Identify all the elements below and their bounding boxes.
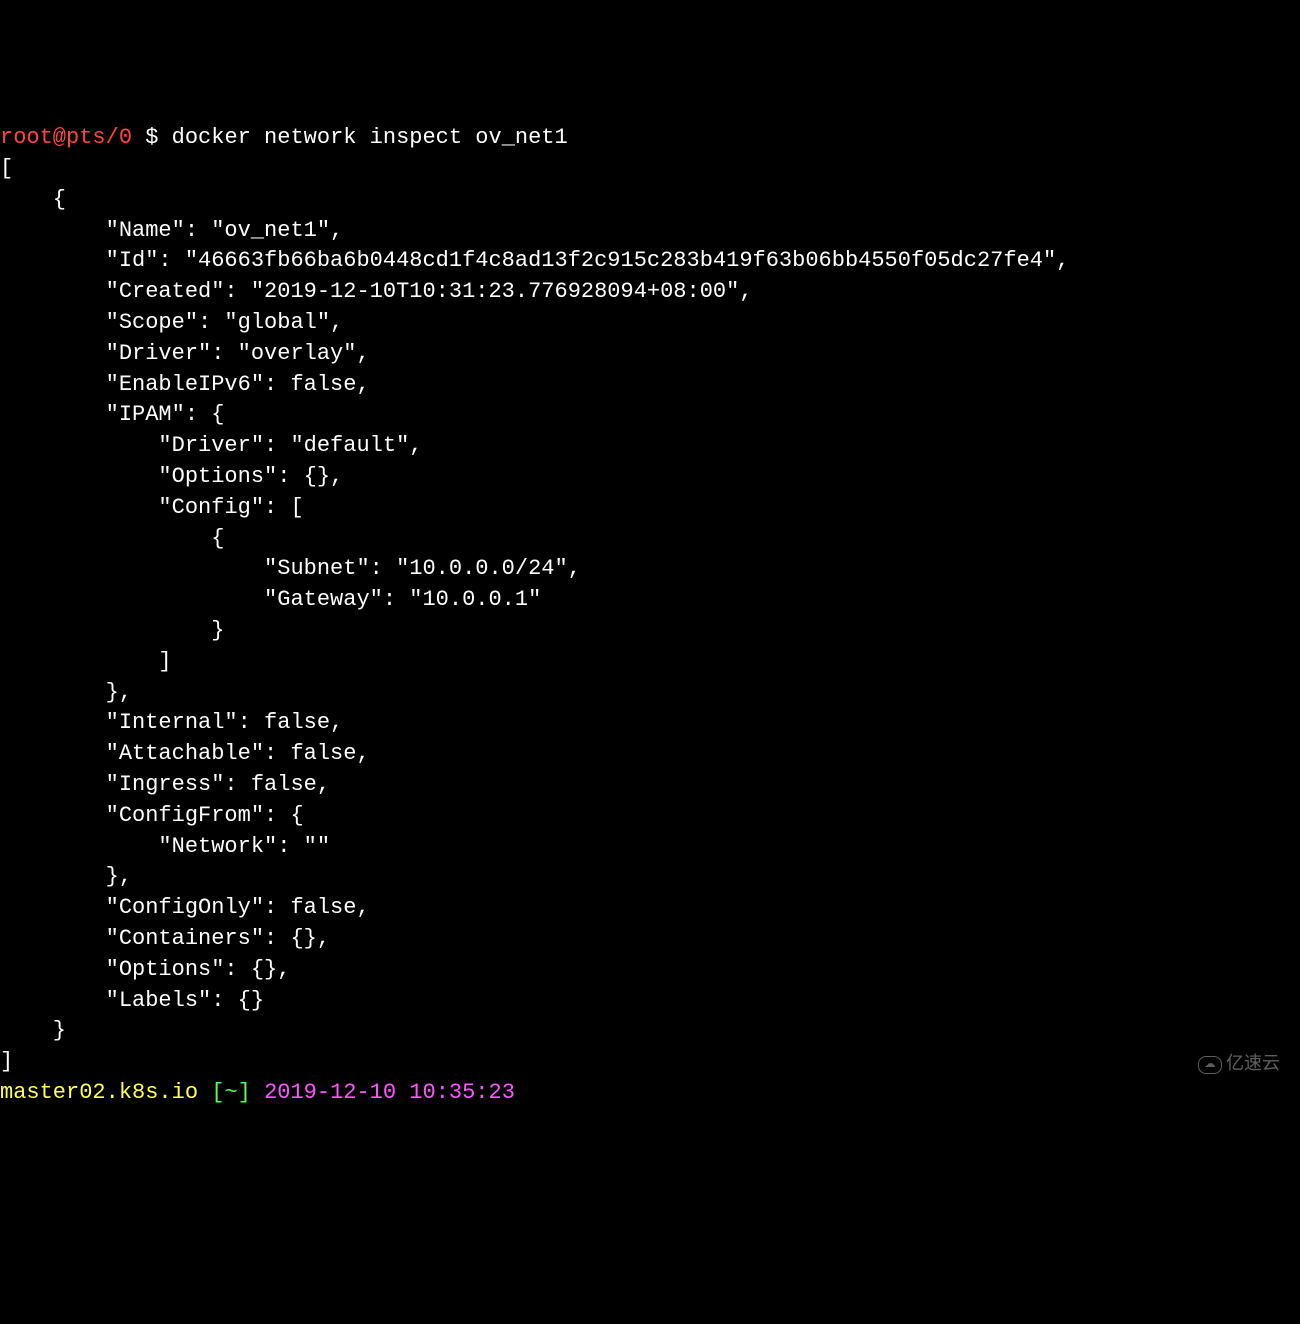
output-line: "IPAM": { xyxy=(0,402,224,427)
output-line: "EnableIPv6": false, xyxy=(0,372,370,397)
output-line: }, xyxy=(0,864,132,889)
prompt-path: [~] xyxy=(198,1080,264,1105)
output-line: "ConfigOnly": false, xyxy=(0,895,370,920)
output-line: [ xyxy=(0,156,13,181)
prompt-timestamp: 2019-12-10 10:35:23 xyxy=(264,1080,515,1105)
output-line: "Driver": "default", xyxy=(0,433,422,458)
output-line: "Name": "ov_net1", xyxy=(0,218,343,243)
cloud-icon: ☁ xyxy=(1198,1056,1222,1074)
output-line: "Id": "46663fb66ba6b0448cd1f4c8ad13f2c91… xyxy=(0,248,1069,273)
output-line: "Created": "2019-12-10T10:31:23.77692809… xyxy=(0,279,753,304)
output-line: }, xyxy=(0,680,132,705)
output-line: "Options": {}, xyxy=(0,957,290,982)
output-line: "Network": "" xyxy=(0,834,330,859)
watermark-text: 亿速云 xyxy=(1226,1053,1280,1078)
output-line: { xyxy=(0,187,66,212)
output-line: "Config": [ xyxy=(0,495,304,520)
output-line: "Attachable": false, xyxy=(0,741,370,766)
output-line: ] xyxy=(0,1049,13,1074)
prompt-dollar: $ xyxy=(132,125,172,150)
output-line: "Labels": {} xyxy=(0,988,264,1013)
output-line: "Ingress": false, xyxy=(0,772,330,797)
watermark: ☁ 亿速云 xyxy=(1198,1053,1280,1078)
prompt-user: root@pts/0 xyxy=(0,125,132,150)
output-line: } xyxy=(0,1018,66,1043)
output-line: "Gateway": "10.0.0.1" xyxy=(0,587,541,612)
prompt-hostname: master02.k8s.io xyxy=(0,1080,198,1105)
output-line: } xyxy=(0,618,224,643)
command-text: docker network inspect ov_net1 xyxy=(172,125,568,150)
output-line: ] xyxy=(0,649,172,674)
terminal-output[interactable]: root@pts/0 $ docker network inspect ov_n… xyxy=(0,123,1300,1109)
output-line: "Driver": "overlay", xyxy=(0,341,370,366)
output-line: "Subnet": "10.0.0.0/24", xyxy=(0,556,581,581)
output-line: { xyxy=(0,526,224,551)
output-line: "Scope": "global", xyxy=(0,310,343,335)
output-line: "ConfigFrom": { xyxy=(0,803,304,828)
output-line: "Internal": false, xyxy=(0,710,343,735)
output-line: "Containers": {}, xyxy=(0,926,330,951)
output-line: "Options": {}, xyxy=(0,464,343,489)
